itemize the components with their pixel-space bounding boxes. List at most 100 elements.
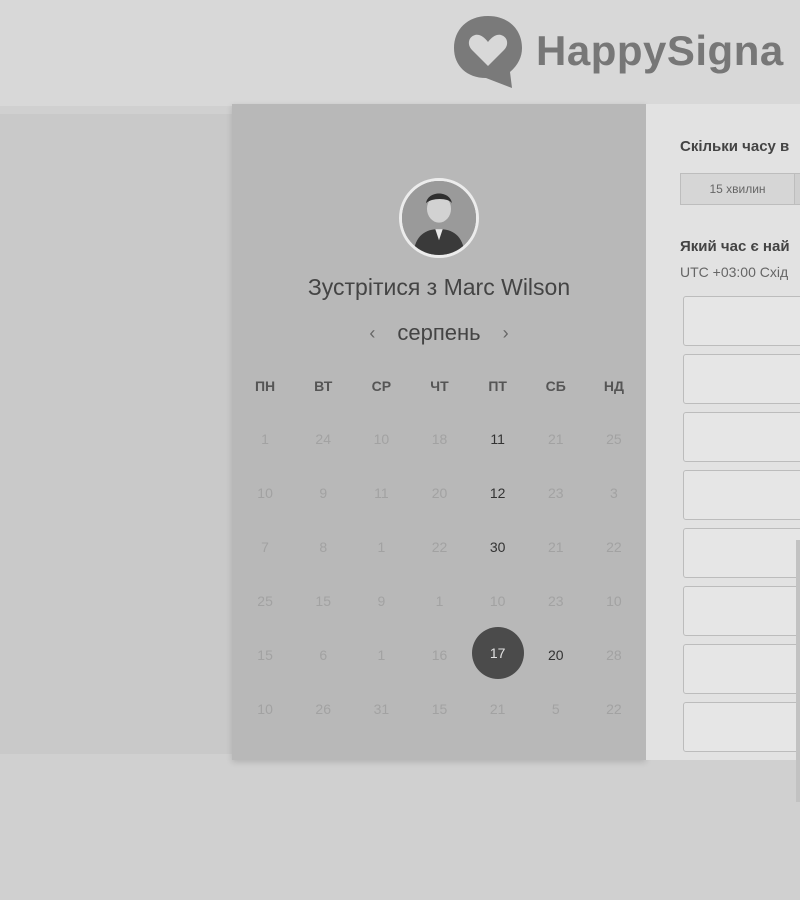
calendar-day: 15 <box>294 574 352 628</box>
calendar-day: 26 <box>294 682 352 736</box>
weekday-label: ЧТ <box>430 378 449 394</box>
duration-selector: 15 хвилин <box>680 173 800 205</box>
day-number: 26 <box>315 701 331 717</box>
calendar-day: 20 <box>410 466 468 520</box>
day-number: 9 <box>377 593 386 609</box>
day-number: 23 <box>547 485 564 501</box>
timezone-label[interactable]: UTC +03:00 Схід <box>680 264 788 280</box>
calendar-day: 18 <box>410 412 468 466</box>
day-number: 5 <box>551 701 560 717</box>
calendar-day[interactable]: 20 <box>527 628 585 682</box>
time-slot[interactable] <box>683 470 800 520</box>
day-number: 16 <box>431 647 448 663</box>
calendar-day: 25 <box>236 574 294 628</box>
day-number: 25 <box>606 431 622 447</box>
day-number: 20 <box>547 647 564 663</box>
person-avatar-icon <box>402 181 476 255</box>
day-number: 17 <box>471 627 524 679</box>
day-number: 22 <box>606 539 622 555</box>
calendar-day: 16 <box>410 628 468 682</box>
calendar-day[interactable]: 11 <box>469 412 527 466</box>
day-number: 9 <box>319 485 328 501</box>
left-backdrop <box>0 114 232 754</box>
calendar-day: 1 <box>236 412 294 466</box>
day-number: 18 <box>431 431 448 447</box>
weekday-label: ПТ <box>488 378 507 394</box>
day-number: 15 <box>315 593 331 609</box>
calendar-day: 1 <box>352 520 410 574</box>
weekday-label: НД <box>603 378 624 394</box>
calendar-day: 5 <box>527 682 585 736</box>
calendar-day: 1 <box>410 574 468 628</box>
day-number: 21 <box>547 539 564 555</box>
duration-question: Скільки часу в <box>680 138 790 155</box>
day-number: 15 <box>431 701 448 717</box>
duration-option-15[interactable]: 15 хвилин <box>681 174 795 204</box>
day-number: 22 <box>606 701 622 717</box>
calendar-day: 21 <box>527 520 585 574</box>
day-number: 24 <box>315 431 331 447</box>
day-number: 31 <box>373 701 390 717</box>
scroll-edge <box>796 540 800 802</box>
heart-chat-icon <box>454 16 522 88</box>
calendar-day: 22 <box>585 682 643 736</box>
day-number: 23 <box>547 593 564 609</box>
day-number: 10 <box>373 431 390 447</box>
day-number: 20 <box>431 485 448 501</box>
calendar-day: 25 <box>585 412 643 466</box>
day-number: 28 <box>606 647 622 663</box>
time-slot[interactable] <box>683 586 800 636</box>
calendar-day: 21 <box>527 412 585 466</box>
calendar-day: 10 <box>352 412 410 466</box>
month-navigation: ‹ серпень › <box>232 320 646 346</box>
calendar-day: 8 <box>294 520 352 574</box>
brand-logo[interactable]: HappySigna <box>450 12 784 90</box>
day-number: 6 <box>319 647 328 663</box>
calendar-day: 9 <box>352 574 410 628</box>
calendar-day: 22 <box>410 520 468 574</box>
next-month-icon[interactable]: › <box>499 323 513 344</box>
calendar-day: 31 <box>352 682 410 736</box>
calendar-day: 22 <box>585 520 643 574</box>
calendar-day[interactable]: 30 <box>469 520 527 574</box>
time-slot[interactable] <box>683 644 800 694</box>
calendar-day: 10 <box>469 574 527 628</box>
day-number: 21 <box>489 701 506 717</box>
selected-day[interactable]: 17 <box>469 627 527 682</box>
time-slot[interactable] <box>683 296 800 346</box>
meeting-title: Зустрітися з Marc Wilson <box>307 274 571 300</box>
day-number: 10 <box>606 593 622 609</box>
day-number: 1 <box>377 539 386 555</box>
day-number: 22 <box>431 539 448 555</box>
day-number: 7 <box>261 539 269 555</box>
time-slot[interactable] <box>683 412 800 462</box>
day-number: 30 <box>489 539 506 555</box>
calendar-day: 23 <box>527 574 585 628</box>
calendar-day[interactable]: 12 <box>469 466 527 520</box>
prev-month-icon[interactable]: ‹ <box>365 323 379 344</box>
brand-name: HappySigna <box>536 27 784 74</box>
time-slot[interactable] <box>683 702 800 752</box>
weekday-label: ПН <box>254 378 276 394</box>
calendar-day: 10 <box>236 682 294 736</box>
top-bar: HappySigna <box>0 0 800 106</box>
time-panel: Скільки часу в 15 хвилин Який час є най … <box>646 104 800 760</box>
month-label: серпень <box>397 320 481 345</box>
day-number: 10 <box>257 701 273 717</box>
weekday-label: СР <box>371 378 392 394</box>
calendar-day: 9 <box>294 466 352 520</box>
day-number: 15 <box>257 647 273 663</box>
day-number: 1 <box>261 431 269 447</box>
calendar-grid: 1 24 10 18 11 21 25 10 9 11 20 12 23 3 7 8 1 22 30 21 22 25 15… <box>236 412 643 736</box>
calendar-day: 23 <box>527 466 585 520</box>
calendar-day: 28 <box>585 628 643 682</box>
calendar-day: 24 <box>294 412 352 466</box>
calendar-day: 3 <box>585 466 643 520</box>
weekday-header: ПН ВТ СР ЧТ ПТ СБ НД <box>236 378 643 394</box>
calendar-day: 21 <box>469 682 527 736</box>
time-slot[interactable] <box>683 354 800 404</box>
time-slot[interactable] <box>683 528 800 578</box>
time-question: Який час є най <box>680 238 790 255</box>
scheduler-card: Зустрітися з Marc Wilson ‹ серпень › ПН В… <box>232 104 646 760</box>
day-number: 8 <box>319 539 328 555</box>
